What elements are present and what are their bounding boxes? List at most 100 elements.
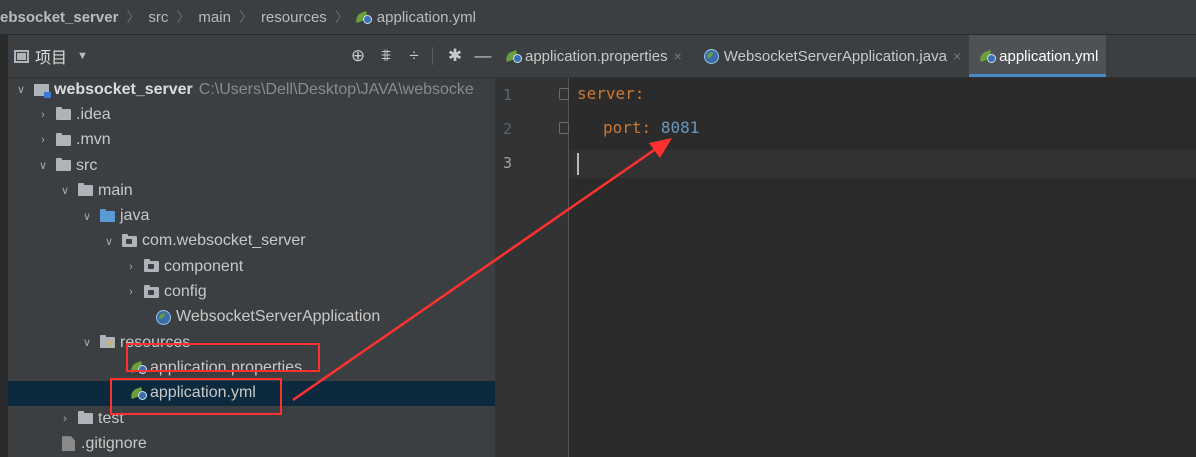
tree-item-resources[interactable]: ∨ resources xyxy=(8,330,495,355)
yaml-value: 8081 xyxy=(660,118,700,137)
tree-item-component[interactable]: › component xyxy=(8,254,495,279)
fold-marker-icon[interactable] xyxy=(559,88,569,100)
chevron-down-icon[interactable]: ∨ xyxy=(80,336,94,349)
yaml-file-icon xyxy=(978,49,997,63)
folder-icon xyxy=(56,158,71,172)
chevron-right-icon: 〉 xyxy=(238,9,253,25)
tree-item-label: java xyxy=(120,207,150,225)
line-number: 1 xyxy=(503,86,513,104)
project-toolbar-icons: ⊕ ⩨ ÷ ✱ — xyxy=(342,35,495,77)
chevron-right-icon: 〉 xyxy=(334,9,349,25)
chevron-down-icon[interactable]: ∨ xyxy=(14,83,28,96)
tree-item-test[interactable]: › test xyxy=(8,406,495,431)
project-view-selector[interactable]: 项目 ▼ xyxy=(14,44,88,68)
fold-marker-icon[interactable] xyxy=(559,122,569,134)
text-caret xyxy=(577,153,579,175)
breadcrumb-main[interactable]: main xyxy=(196,9,233,26)
line-number: 2 xyxy=(503,120,513,138)
close-icon[interactable]: × xyxy=(953,48,961,64)
expand-all-icon[interactable]: ⩨ xyxy=(374,44,398,68)
breadcrumb-src[interactable]: src xyxy=(146,9,170,26)
tree-item-label: component xyxy=(164,257,244,275)
package-icon xyxy=(122,233,137,247)
tree-item-java[interactable]: ∨ java xyxy=(8,203,495,228)
locate-icon[interactable]: ⊕ xyxy=(346,44,370,68)
chevron-right-icon[interactable]: › xyxy=(124,286,138,298)
tree-item-application-yml[interactable]: application.yml xyxy=(8,380,495,406)
tree-item-idea[interactable]: › .idea xyxy=(8,102,495,127)
tab-application-properties[interactable]: application.properties × xyxy=(495,35,690,77)
tree-item-src[interactable]: ∨ src xyxy=(8,153,495,178)
code-line-1: server: xyxy=(577,84,644,103)
project-toolbar: 项目 ▼ ⊕ ⩨ ÷ ✱ — xyxy=(8,35,495,78)
chevron-right-icon: 〉 xyxy=(176,9,191,25)
chevron-right-icon[interactable]: › xyxy=(36,134,50,146)
tab-label: application.properties xyxy=(525,47,668,65)
tree-item-label: application.yml xyxy=(150,384,256,402)
tree-item-label: test xyxy=(98,409,124,427)
project-view-title: 项目 xyxy=(35,50,68,67)
chevron-down-icon[interactable]: ∨ xyxy=(36,159,50,172)
properties-file-icon xyxy=(504,49,522,63)
tree-item-gitignore[interactable]: .gitignore xyxy=(8,431,495,456)
hide-icon[interactable]: — xyxy=(471,44,495,68)
spring-boot-class-icon xyxy=(703,48,719,64)
breadcrumb: ebsocket_server 〉 src 〉 main 〉 resources… xyxy=(0,0,1196,35)
tree-item-mvn[interactable]: › .mvn xyxy=(8,128,495,153)
chevron-right-icon[interactable]: › xyxy=(124,261,138,273)
chevron-down-icon[interactable]: ∨ xyxy=(80,210,94,223)
yaml-key: server xyxy=(577,84,635,103)
yaml-colon: : xyxy=(641,118,652,137)
dropdown-arrow-icon: ▼ xyxy=(77,50,88,62)
folder-icon xyxy=(78,411,93,424)
yaml-file-icon xyxy=(129,386,147,400)
project-path: C:\Users\Dell\Desktop\JAVA\websocke xyxy=(198,80,474,98)
tab-label: WebsocketServerApplication.java xyxy=(723,47,947,65)
tree-item-label: resources xyxy=(120,333,191,351)
tree-item-label: src xyxy=(76,156,98,174)
tree-item-label: com.websocket_server xyxy=(142,232,306,250)
breadcrumb-resources[interactable]: resources xyxy=(259,9,329,26)
gear-icon[interactable]: ✱ xyxy=(443,44,467,68)
window-icon xyxy=(14,49,29,63)
tree-item-websocket-server[interactable]: ∨ websocket_server C:\Users\Dell\Desktop… xyxy=(8,77,495,102)
tree-item-config[interactable]: › config xyxy=(8,279,495,304)
chevron-right-icon[interactable]: › xyxy=(36,109,50,121)
line-number: 3 xyxy=(503,154,513,172)
yaml-colon: : xyxy=(634,84,645,103)
tree-item-application-class[interactable]: WebsocketServerApplication xyxy=(8,305,495,330)
toolbar-separator xyxy=(432,47,433,65)
tree-item-label: .gitignore xyxy=(81,434,147,452)
tree-item-package[interactable]: ∨ com.websocket_server xyxy=(8,229,495,254)
tab-websocket-server-application[interactable]: WebsocketServerApplication.java × xyxy=(690,35,969,77)
project-tree: ∨ websocket_server C:\Users\Dell\Desktop… xyxy=(8,77,495,456)
folder-icon xyxy=(56,107,71,121)
module-icon xyxy=(34,83,51,98)
source-folder-icon xyxy=(100,208,115,222)
gitignore-file-icon xyxy=(62,436,75,452)
chevron-down-icon[interactable]: ∨ xyxy=(102,235,116,248)
tree-item-label: WebsocketServerApplication xyxy=(176,308,381,326)
chevron-right-icon[interactable]: › xyxy=(58,413,72,425)
collapse-all-icon[interactable]: ÷ xyxy=(402,44,426,68)
code-editor[interactable]: 1 2 3 server: port: 8081 xyxy=(495,78,1196,457)
current-line-highlight xyxy=(569,150,1196,178)
breadcrumb-file[interactable]: application.yml xyxy=(375,9,478,26)
package-icon xyxy=(144,259,159,273)
breadcrumb-project[interactable]: ebsocket_server xyxy=(0,9,120,26)
properties-file-icon xyxy=(129,361,147,375)
close-icon[interactable]: × xyxy=(674,48,682,64)
yaml-key: port xyxy=(603,118,642,137)
tree-item-label: application.properties xyxy=(150,358,303,376)
project-panel: 项目 ▼ ⊕ ⩨ ÷ ✱ — ∨ websocket_server C:\Use… xyxy=(8,35,495,457)
chevron-down-icon[interactable]: ∨ xyxy=(58,184,72,197)
tree-item-label: main xyxy=(98,181,133,199)
tab-label: application.yml xyxy=(999,47,1099,65)
tree-item-application-properties[interactable]: application.properties xyxy=(8,355,495,380)
chevron-right-icon: 〉 xyxy=(126,9,141,25)
tree-item-main[interactable]: ∨ main xyxy=(8,178,495,203)
tree-item-label: .mvn xyxy=(76,131,111,149)
gutter-divider xyxy=(568,78,569,457)
tab-application-yml[interactable]: application.yml xyxy=(969,35,1107,77)
package-icon xyxy=(144,284,159,298)
